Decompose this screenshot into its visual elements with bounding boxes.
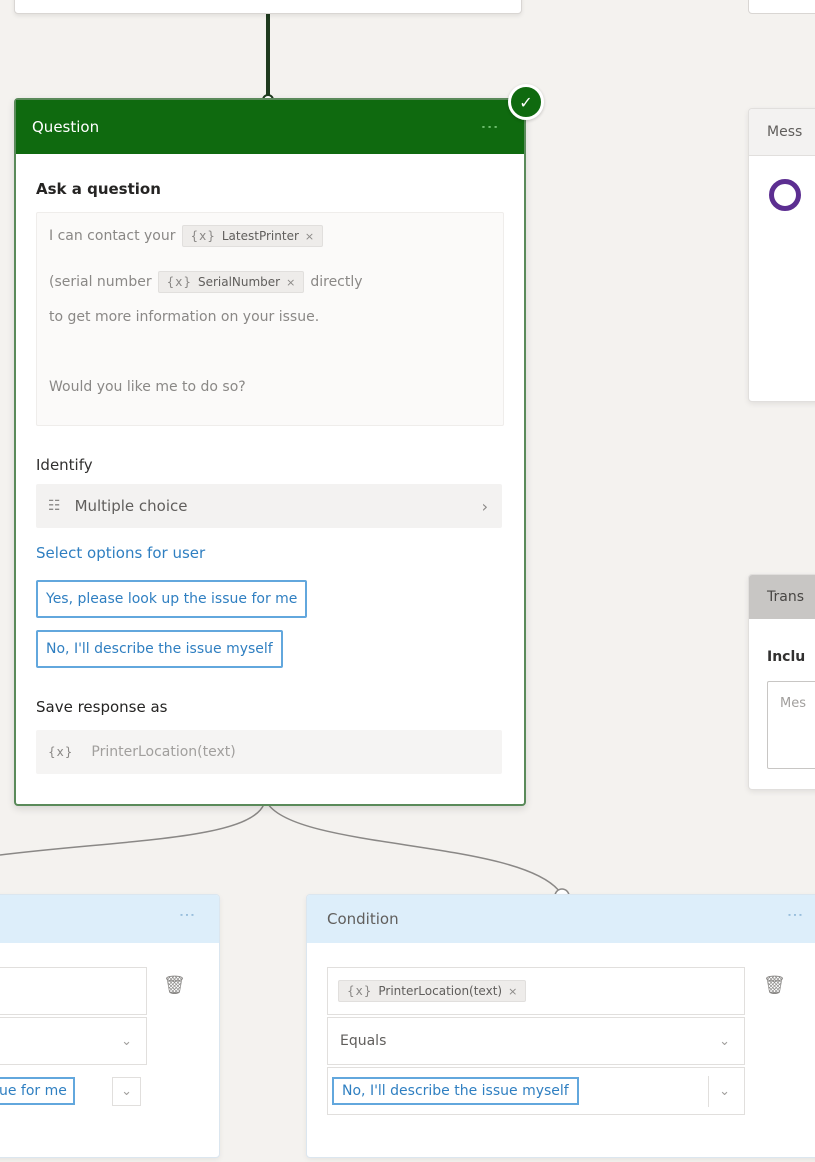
question-node-header[interactable]: Question ⋮ <box>16 100 524 154</box>
identify-label: Identify <box>36 456 93 474</box>
condition-right-header: Condition ⋮ <box>307 895 815 943</box>
previous-node-right[interactable] <box>748 0 815 14</box>
transfer-message-input[interactable]: Mes <box>767 681 815 769</box>
condition-node-right[interactable]: Condition ⋮ {x} PrinterLocation(text) × … <box>306 894 815 1158</box>
variable-name: SerialNumber <box>197 275 281 289</box>
message-text-line3: to get more information on your issue. <box>49 309 320 325</box>
select-options-link[interactable]: Select options for user <box>36 544 205 562</box>
variable-icon: {x} <box>48 745 74 759</box>
valid-check-icon: ✓ <box>508 84 544 120</box>
transfer-include-label: Inclu <box>767 649 806 665</box>
message-text-line4: Would you like me to do so? <box>49 379 246 395</box>
condition-left-operator-field[interactable]: ⌄ <box>0 1017 147 1065</box>
remove-chip-icon[interactable]: × <box>286 276 295 289</box>
save-response-variable[interactable]: {x} PrinterLocation(text) <box>36 730 502 774</box>
message-node[interactable]: Mess <box>748 108 815 402</box>
more-options-icon[interactable]: ⋮ <box>178 907 197 921</box>
previous-node[interactable] <box>14 0 522 14</box>
more-options-icon[interactable]: ⋮ <box>786 907 805 921</box>
condition-value[interactable]: No, I'll describe the issue myself <box>332 1077 579 1105</box>
transfer-message-placeholder: Mes <box>780 696 806 711</box>
variable-chip-serial-number[interactable]: {x} SerialNumber × <box>157 271 305 293</box>
remove-chip-icon[interactable]: × <box>305 230 314 243</box>
condition-left-header: ⋮ <box>0 895 219 943</box>
transfer-node[interactable]: Trans Inclu Mes <box>748 574 815 790</box>
transfer-node-header: Trans <box>749 575 815 619</box>
option-button-no[interactable]: No, I'll describe the issue myself <box>36 630 283 668</box>
condition-title: Condition <box>327 910 399 928</box>
question-message-editor[interactable]: I can contact your {x} LatestPrinter × (… <box>36 212 504 426</box>
remove-chip-icon[interactable]: × <box>508 985 517 998</box>
delete-icon[interactable]: 🗑 <box>763 975 786 996</box>
message-text-line1: I can contact your <box>49 228 176 244</box>
condition-node-left[interactable]: ⋮ ⌄ ue for me ⌄ 🗑 <box>0 894 220 1158</box>
authoring-canvas: Question ⋮ Ask a question I can contact … <box>0 0 815 1162</box>
variable-chip-latest-printer[interactable]: {x} LatestPrinter × <box>181 225 324 247</box>
more-options-icon[interactable]: ⋮ <box>479 118 500 134</box>
question-node[interactable]: Question ⋮ Ask a question I can contact … <box>14 98 526 806</box>
condition-operator: Equals <box>340 1033 387 1049</box>
variable-icon: {x} <box>190 229 216 243</box>
identify-selector[interactable]: ☷ Multiple choice › <box>36 484 502 528</box>
variable-chip-printer-location[interactable]: {x} PrinterLocation(text) × <box>338 980 527 1002</box>
condition-value-field[interactable]: No, I'll describe the issue myself ⌄ <box>327 1067 745 1115</box>
identify-value: Multiple choice <box>74 497 188 515</box>
condition-left-value[interactable]: ue for me <box>0 1077 75 1105</box>
save-response-label: Save response as <box>36 698 168 716</box>
chevron-down-icon: ⌄ <box>121 1033 132 1049</box>
question-node-title: Question <box>32 118 100 136</box>
condition-left-variable-field[interactable] <box>0 967 147 1015</box>
variable-name: LatestPrinter <box>221 229 299 243</box>
variable-icon: {x} <box>166 275 192 289</box>
message-ring-icon <box>769 179 801 211</box>
variable-icon: {x} <box>347 984 373 998</box>
delete-icon[interactable]: 🗑 <box>163 975 186 996</box>
ask-question-label: Ask a question <box>36 180 161 198</box>
chevron-down-icon[interactable]: ⌄ <box>708 1075 730 1107</box>
save-variable-name: PrinterLocation(text) <box>91 744 236 760</box>
chevron-right-icon: › <box>481 496 488 516</box>
multiple-choice-icon: ☷ <box>48 498 61 514</box>
condition-variable-field[interactable]: {x} PrinterLocation(text) × <box>327 967 745 1015</box>
condition-operator-field[interactable]: Equals ⌄ <box>327 1017 745 1065</box>
option-button-yes[interactable]: Yes, please look up the issue for me <box>36 580 308 618</box>
message-text-line2: (serial number <box>49 274 152 290</box>
message-text-line2-tail: directly <box>310 274 363 290</box>
chevron-down-icon[interactable]: ⌄ <box>112 1076 141 1106</box>
condition-left-value-field[interactable]: ue for me ⌄ <box>0 1067 147 1115</box>
message-node-header: Mess <box>749 109 815 156</box>
chevron-down-icon: ⌄ <box>719 1033 730 1049</box>
variable-name: PrinterLocation(text) <box>378 984 503 998</box>
